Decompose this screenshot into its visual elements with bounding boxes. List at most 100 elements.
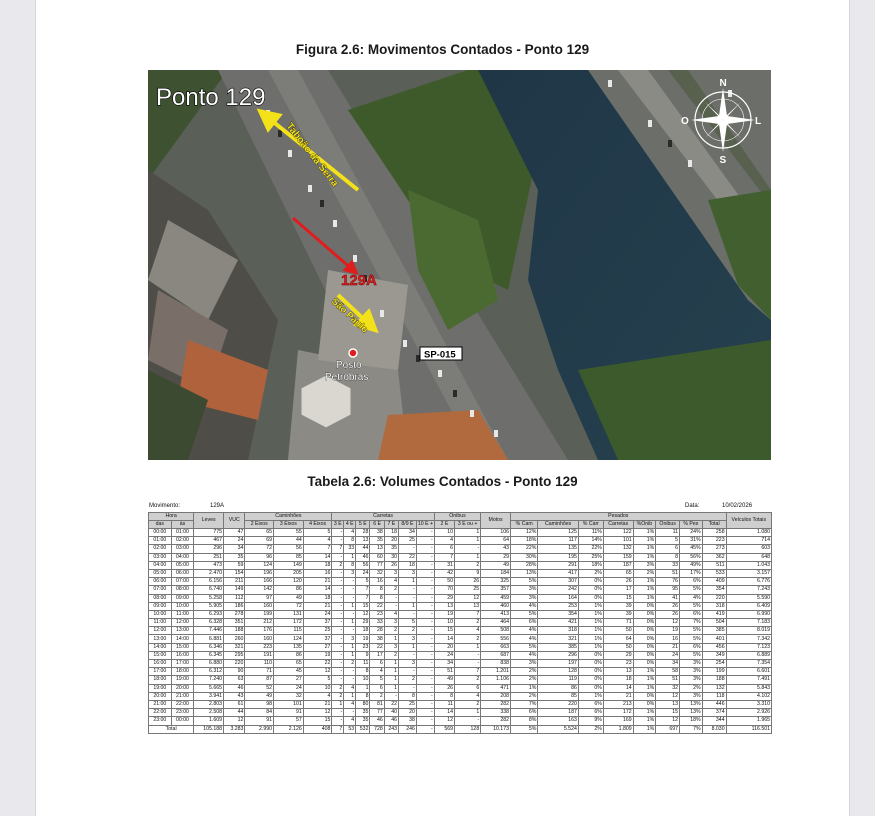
table-cell: 37 (302, 618, 333, 628)
table-cell: - (415, 716, 435, 726)
table-cell: 24 (302, 609, 333, 620)
table-cell: 85 (537, 691, 579, 701)
table-cell: 460 (480, 601, 511, 611)
col-p-onibus: Ônibus (655, 520, 681, 529)
table-cell: 205 (273, 568, 304, 579)
table-cell: 1% (509, 683, 539, 693)
table-cell: 65 (602, 568, 634, 579)
table-cell: 7.240 (193, 675, 225, 685)
table-cell: 196 (244, 568, 275, 579)
table-cell: 91 (244, 716, 275, 726)
table-cell: 714 (725, 536, 773, 546)
table-cell: 357 (480, 585, 511, 595)
table-cell: 3.941 (193, 691, 225, 701)
table-cell: 22% (577, 544, 604, 554)
table-cell: 51 (655, 568, 681, 579)
table-cell: 1 (343, 642, 357, 652)
table-cell: 159 (602, 552, 634, 562)
table-cell: 4 (302, 691, 333, 701)
table-cell: 13% (679, 708, 703, 718)
table-cell: 2 (398, 675, 417, 685)
table-cell: 511 (701, 560, 727, 570)
table-cell: 8 (369, 585, 385, 595)
table-cell: 34 (398, 527, 417, 538)
table-cell: 0% (577, 577, 604, 587)
table-cell: 16 (655, 634, 681, 644)
table-cell: 282 (480, 716, 511, 726)
table-cell: 18:00 (170, 667, 195, 677)
table-cell: 12 (223, 716, 246, 726)
table-cell: 00:00 (170, 716, 195, 726)
table-cell: 0% (632, 626, 657, 636)
table-cell: 09:00 (170, 593, 195, 603)
table-cell: 10 (355, 675, 371, 685)
table-cell: - (343, 585, 357, 595)
table-cell: 15 (433, 626, 456, 636)
table-cell: 149 (223, 585, 246, 595)
table-cell: 05:00 (170, 560, 195, 570)
table-cell: - (331, 568, 345, 579)
table-cell: 51 (655, 675, 681, 685)
table-cell: 23 (355, 642, 371, 652)
table-cell: - (331, 634, 345, 644)
total-cell: 1% (632, 724, 657, 734)
table-cell: 44 (355, 544, 371, 554)
table-cell: 12 (454, 593, 482, 603)
table-cell: 15 (302, 716, 333, 726)
table-cell: 6% (577, 699, 604, 710)
table-cell: - (415, 552, 435, 562)
table-cell: 1% (632, 577, 657, 587)
table-cell: - (415, 544, 435, 554)
table-cell: - (331, 650, 345, 661)
table-cell: 7 (454, 609, 482, 620)
volumes-table-block: Movimento: 129A Data: 10/02/2026 Hora Le… (147, 502, 773, 734)
table-cell: 2 (454, 699, 482, 710)
table-cell: 85 (273, 552, 304, 562)
aerial-map: Ponto 129 Taboão da Serra 129A São Paulo… (148, 70, 771, 460)
table-cell: 0% (577, 658, 604, 669)
table-cell: 163 (537, 716, 579, 726)
table-cell: 05:00 (148, 568, 172, 579)
table-cell: 43 (223, 691, 246, 701)
table-cell: 296 (537, 650, 579, 661)
table-cell: 6% (679, 642, 703, 652)
table-cell: 687 (480, 650, 511, 661)
table-cell: 25 (454, 585, 482, 595)
table-cell: 33 (655, 560, 681, 570)
table-cell: 8.019 (725, 626, 773, 636)
table-cell: 2 (454, 618, 482, 628)
table-cell: 459 (480, 593, 511, 603)
table-cell: - (343, 675, 357, 685)
col-k4: 4 E (343, 520, 357, 529)
table-cell: 1% (632, 716, 657, 726)
col-as: às (170, 520, 195, 529)
table-cell: 64 (480, 536, 511, 546)
table-cell: 3 (343, 568, 357, 579)
table-cell: 6.293 (193, 609, 225, 620)
table-cell: 14:00 (170, 634, 195, 644)
table-cell: 12 (655, 618, 681, 628)
table-cell: 508 (480, 626, 511, 636)
table-cell: 8 (433, 691, 456, 701)
table-cell: 838 (480, 658, 511, 669)
table-cell: 124 (273, 634, 304, 644)
table-cell: - (398, 593, 417, 603)
table-cell: 5 (398, 618, 417, 628)
table-row: 17:00 18:00 6.312 90 71 45 12- -8 4 1- -51 7 1.201 2%… (148, 667, 773, 677)
table-cell: 5% (679, 634, 703, 644)
col-o2: 2 E (433, 520, 456, 529)
table-cell: 106 (480, 527, 511, 538)
table-cell: 29 (602, 650, 634, 661)
table-cell: 35 (383, 544, 400, 554)
table-cell: - (398, 650, 417, 661)
table-cell: - (415, 634, 435, 644)
table-cell: 07:00 (148, 585, 172, 595)
table-cell: - (415, 691, 435, 701)
table-cell: 0% (577, 585, 604, 595)
table-cell: 2.508 (193, 708, 225, 718)
table-cell: 59 (223, 560, 246, 570)
table-cell: 0% (632, 634, 657, 644)
table-cell: 18 (398, 560, 417, 570)
table-cell: 00:00 (148, 527, 172, 538)
table-cell: 7.342 (725, 634, 773, 644)
